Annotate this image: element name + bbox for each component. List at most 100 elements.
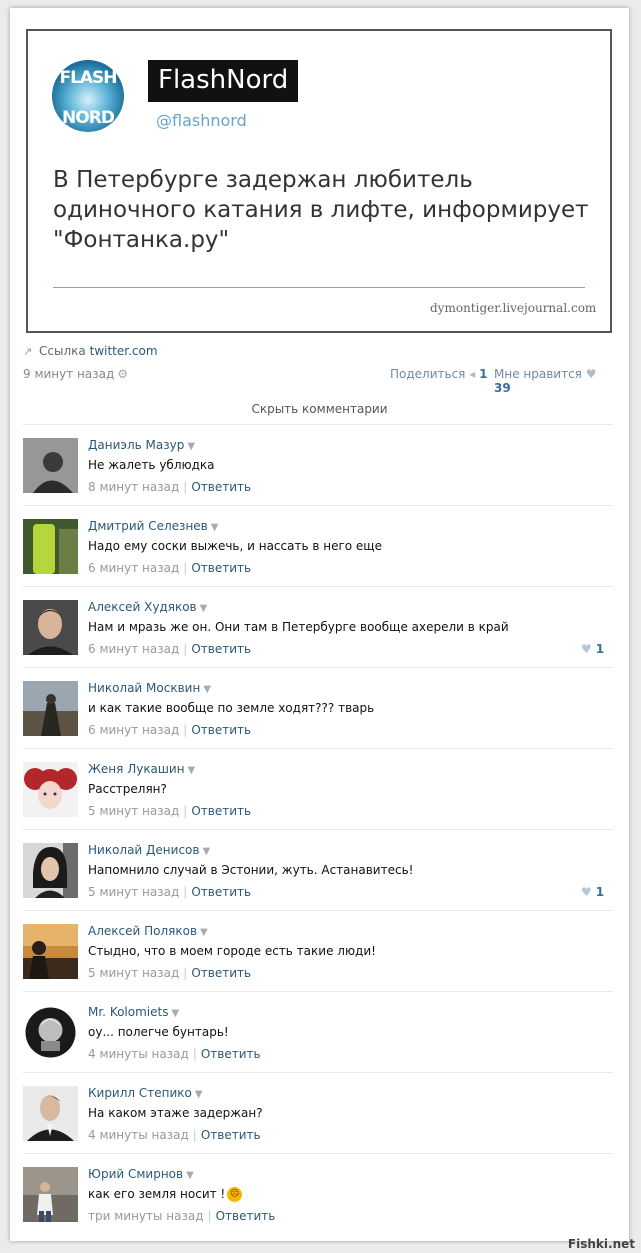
dropdown-arrow-icon[interactable]: ▼ (187, 441, 195, 452)
comment-item: Юрий Смирнов ▼ как его земля носит ! ☹ три… (10, 1153, 629, 1234)
comment-author[interactable]: Mr. Kolomiets ▼ (88, 1005, 179, 1019)
comment-meta: 4 минуты назад | Ответить (88, 1047, 261, 1061)
comment-time[interactable]: 5 минут назад (88, 804, 179, 818)
comment-like-button[interactable]: ♥ 1 (581, 642, 604, 656)
avatar[interactable] (23, 843, 78, 898)
comment-author[interactable]: Кирилл Степико ▼ (88, 1086, 203, 1100)
avatar[interactable] (23, 1005, 78, 1060)
reply-button[interactable]: Ответить (191, 885, 251, 899)
dropdown-arrow-icon[interactable]: ▼ (203, 684, 211, 695)
comment-meta: 6 минут назад | Ответить (88, 642, 251, 656)
tweet-divider (53, 287, 585, 288)
like-button[interactable]: Мне нравится ♥ 39 (494, 367, 613, 395)
comment-divider (23, 586, 613, 587)
comment-meta: 6 минут назад | Ответить (88, 723, 251, 737)
dropdown-arrow-icon[interactable]: ▼ (200, 927, 208, 938)
hide-comments-link[interactable]: Скрыть комментарии (10, 402, 629, 416)
comment-text: и как такие вообще по земле ходят??? тва… (88, 701, 375, 715)
comment-time[interactable]: три минуты назад (88, 1209, 204, 1223)
avatar[interactable] (23, 762, 78, 817)
dropdown-arrow-icon[interactable]: ▼ (211, 522, 219, 533)
comment-author-name[interactable]: Николай Денисов (88, 843, 199, 857)
comment-author-name[interactable]: Николай Москвин (88, 681, 200, 695)
comment-time[interactable]: 6 минут назад (88, 642, 179, 656)
comment-text: Надо ему соски выжечь, и нассать в него … (88, 539, 382, 553)
comment-like-button[interactable]: ♥ 1 (581, 885, 604, 899)
reply-button[interactable]: Ответить (191, 723, 251, 737)
comment-time[interactable]: 5 минут назад (88, 885, 179, 899)
comment-time[interactable]: 4 минуты назад (88, 1047, 189, 1061)
comment-meta: 5 минут назад | Ответить (88, 804, 251, 818)
reply-button[interactable]: Ответить (191, 804, 251, 818)
comment-author[interactable]: Николай Москвин ▼ (88, 681, 211, 695)
comment-divider (23, 991, 613, 992)
comment-text: Нам и мразь же он. Они там в Петербурге … (88, 620, 509, 634)
dropdown-arrow-icon[interactable]: ▼ (171, 1008, 179, 1019)
comment-author[interactable]: Женя Лукашин ▼ (88, 762, 195, 776)
meta-separator: | (183, 561, 188, 575)
comment-author-name[interactable]: Алексей Худяков (88, 600, 197, 614)
comment-author[interactable]: Алексей Поляков ▼ (88, 924, 208, 938)
like-label: Мне нравится (494, 367, 582, 381)
comment-author-name[interactable]: Женя Лукашин (88, 762, 185, 776)
comment-author[interactable]: Николай Денисов ▼ (88, 843, 210, 857)
comment-divider (23, 667, 613, 668)
avatar[interactable] (23, 519, 78, 574)
megaphone-icon: ◂ (469, 367, 476, 381)
comment-divider (23, 910, 613, 911)
reply-button[interactable]: Ответить (201, 1128, 261, 1142)
comment-author[interactable]: Алексей Худяков ▼ (88, 600, 207, 614)
comment-author[interactable]: Даниэль Мазур ▼ (88, 438, 195, 452)
reply-button[interactable]: Ответить (216, 1209, 276, 1223)
gear-icon[interactable]: ⚙ (117, 367, 128, 381)
comment-time[interactable]: 5 минут назад (88, 966, 179, 980)
reply-button[interactable]: Ответить (201, 1047, 261, 1061)
avatar[interactable] (23, 681, 78, 736)
dropdown-arrow-icon[interactable]: ▼ (195, 1089, 203, 1100)
comment-author-name[interactable]: Кирилл Степико (88, 1086, 192, 1100)
comment-item: Женя Лукашин ▼ Расстрелян? 5 минут назад |… (10, 748, 629, 829)
comment-author-name[interactable]: Дмитрий Селезнев (88, 519, 208, 533)
dropdown-arrow-icon[interactable]: ▼ (200, 603, 208, 614)
comment-author-name[interactable]: Алексей Поляков (88, 924, 197, 938)
dropdown-arrow-icon[interactable]: ▼ (202, 846, 210, 857)
comment-item: Николай Денисов ▼ Напомнило случай в Эсто… (10, 829, 629, 910)
tweet-source: dymontiger.livejournal.com (430, 301, 597, 315)
avatar-logo-top: FLASH (59, 68, 117, 88)
comment-text: Стыдно, что в моем городе есть такие люд… (88, 944, 376, 958)
avatar[interactable] (23, 438, 78, 493)
meta-separator: | (183, 480, 188, 494)
reply-button[interactable]: Ответить (191, 480, 251, 494)
dropdown-arrow-icon[interactable]: ▼ (188, 765, 196, 776)
comment-time[interactable]: 6 минут назад (88, 723, 179, 737)
comment-divider (23, 505, 613, 506)
comment-time[interactable]: 4 минуты назад (88, 1128, 189, 1142)
reply-button[interactable]: Ответить (191, 966, 251, 980)
share-count: 1 (479, 367, 488, 381)
comment-author[interactable]: Юрий Смирнов ▼ (88, 1167, 194, 1181)
share-button[interactable]: Поделиться ◂ 1 (390, 367, 487, 381)
share-label: Поделиться (390, 367, 466, 381)
avatar[interactable] (23, 1167, 78, 1222)
comment-author[interactable]: Дмитрий Селезнев ▼ (88, 519, 218, 533)
comment-author-name[interactable]: Юрий Смирнов (88, 1167, 183, 1181)
post-time[interactable]: 9 минут назад (23, 367, 114, 381)
comment-like-count: 1 (595, 885, 605, 899)
comment-author-name[interactable]: Mr. Kolomiets (88, 1005, 168, 1019)
link-icon: ↗ (23, 345, 33, 358)
comment-time[interactable]: 8 минут назад (88, 480, 179, 494)
comment-author-name[interactable]: Даниэль Мазур (88, 438, 184, 452)
reply-button[interactable]: Ответить (191, 642, 251, 656)
page-card: FLASH NORD FlashNord @flashnord В Петерб… (10, 8, 629, 1241)
avatar[interactable] (23, 924, 78, 979)
dropdown-arrow-icon[interactable]: ▼ (186, 1170, 194, 1181)
comment-text: оу... полегче бунтарь! (88, 1025, 229, 1039)
comment-divider (23, 1072, 613, 1073)
comment-item: Николай Москвин ▼ и как такие вообще по з… (10, 667, 629, 748)
link-url[interactable]: twitter.com (90, 344, 158, 358)
comment-time[interactable]: 6 минут назад (88, 561, 179, 575)
comment-divider (23, 424, 613, 425)
avatar[interactable] (23, 1086, 78, 1141)
reply-button[interactable]: Ответить (191, 561, 251, 575)
avatar[interactable] (23, 600, 78, 655)
